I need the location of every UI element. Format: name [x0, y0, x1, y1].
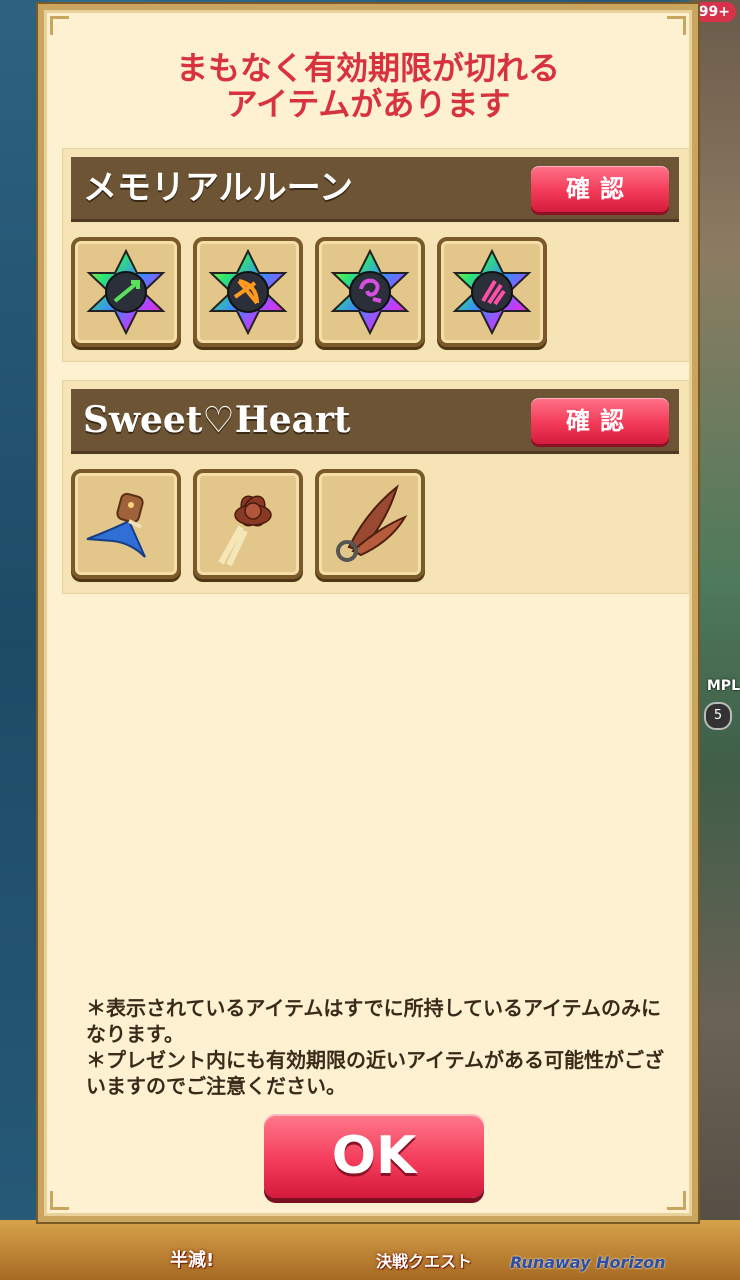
- rune-arrow-icon: [86, 249, 166, 335]
- item-slot[interactable]: [71, 469, 181, 579]
- bottom-label-quest: 決戦クエスト: [376, 1252, 473, 1271]
- confirm-button[interactable]: 確認: [531, 398, 669, 444]
- frame-corner: [667, 1191, 686, 1210]
- notification-badge: 99+: [692, 2, 736, 22]
- rune-bow-icon: [208, 249, 288, 335]
- rune-claw-icon: [452, 249, 532, 335]
- section-header: メモリアルルーン 確認: [71, 157, 679, 222]
- dialog-title: まもなく有効期限が切れる アイテムがあります: [44, 50, 692, 122]
- frame-corner: [50, 16, 69, 35]
- confirm-button[interactable]: 確認: [531, 166, 669, 212]
- bottom-label-campaign: 半減!: [170, 1250, 215, 1271]
- item-slot[interactable]: [315, 237, 425, 347]
- item-slot[interactable]: [193, 469, 303, 579]
- expiry-dialog: まもなく有効期限が切れる アイテムがあります メモリアルルーン 確認 Sweet…: [38, 4, 698, 1222]
- complete-count: 5: [704, 702, 732, 730]
- item-list: [71, 469, 425, 579]
- item-slot[interactable]: [437, 237, 547, 347]
- complete-tag: MPL: [706, 678, 740, 694]
- dialog-title-line1: まもなく有効期限が切れる: [175, 49, 560, 87]
- item-slot[interactable]: [71, 237, 181, 347]
- section-memorial-rune: メモリアルルーン 確認: [62, 148, 690, 362]
- notice-text: ＊表示されているアイテムはすでに所持しているアイテムのみになります。 ＊プレゼン…: [86, 995, 666, 1099]
- notice-line: ＊プレゼント内にも有効期限の近いアイテムがある可能性がございますのでご注意くださ…: [86, 1048, 664, 1098]
- item-list: [71, 237, 547, 347]
- section-header: Sweet♡Heart 確認: [71, 389, 679, 454]
- rose-ribbon-icon: [218, 495, 272, 567]
- feather-wing-icon: [336, 484, 408, 562]
- section-sweet-heart: Sweet♡Heart 確認: [62, 380, 690, 594]
- game-background-left: [0, 0, 40, 1280]
- notice-line: ＊表示されているアイテムはすでに所持しているアイテムのみになります。: [86, 996, 661, 1046]
- item-slot[interactable]: [193, 237, 303, 347]
- dialog-title-line2: アイテムがあります: [225, 85, 511, 123]
- bottom-label-event: Runaway Horizon: [510, 1253, 666, 1272]
- section-title: Sweet♡Heart: [83, 399, 351, 441]
- item-slot[interactable]: [315, 469, 425, 579]
- frame-corner: [667, 16, 686, 35]
- frame-corner: [50, 1191, 69, 1210]
- ribbon-bell-icon: [86, 492, 146, 558]
- section-title: メモリアルルーン: [83, 168, 353, 208]
- ok-button[interactable]: OK: [264, 1114, 484, 1198]
- rune-swirl-icon: [330, 249, 410, 335]
